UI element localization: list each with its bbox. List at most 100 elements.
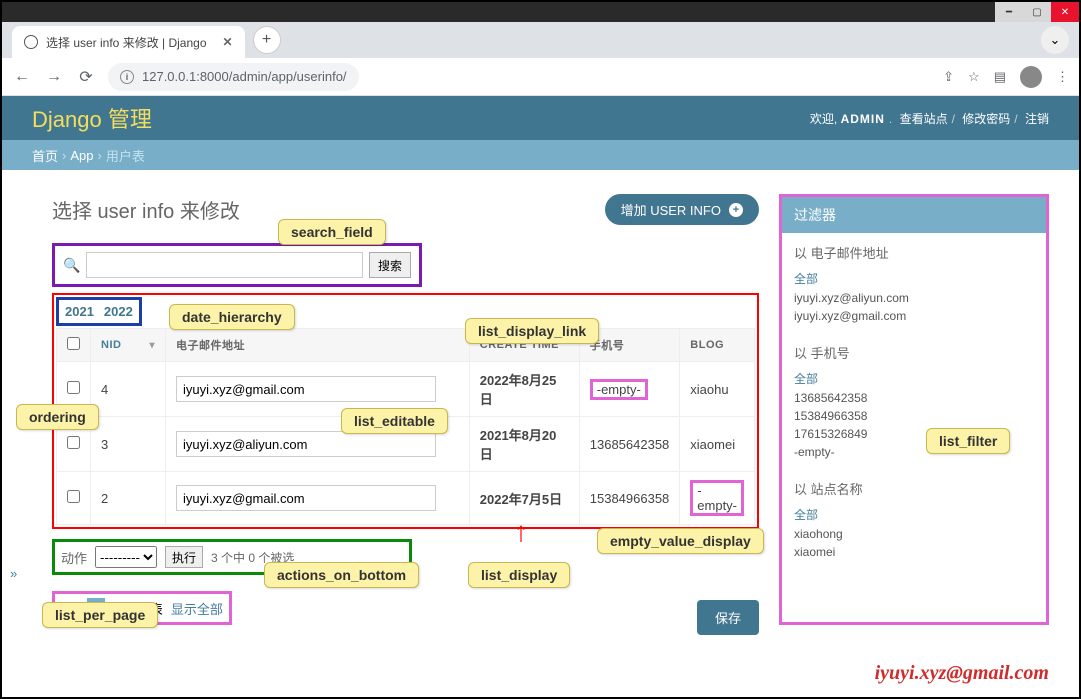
page-content: Django 管理 欢迎, ADMIN. 查看站点/ 修改密码/ 注销 首页› … (2, 96, 1079, 697)
create-time-link[interactable]: 2022年8月25日 (480, 373, 557, 407)
table-row: 4 2022年8月25日 -empty- xiaohu (57, 362, 755, 417)
sort-caret-icon: ▾ (149, 340, 155, 351)
filter-item[interactable]: -empty- (794, 445, 1034, 459)
site-info-icon[interactable]: i (120, 70, 134, 84)
filter-by-site: 以 站点名称 (794, 479, 1034, 498)
address-bar: ← → ⟳ i 127.0.0.1:8000/admin/app/userinf… (2, 58, 1079, 96)
new-tab-button[interactable]: + (253, 26, 281, 54)
url-text: 127.0.0.1:8000/admin/app/userinfo/ (142, 69, 347, 84)
cell-nid: 2 (91, 472, 166, 525)
filter-item[interactable]: 15384966358 (794, 409, 1034, 423)
row-checkbox[interactable] (67, 490, 80, 503)
admin-header: Django 管理 欢迎, ADMIN. 查看站点/ 修改密码/ 注销 (2, 96, 1079, 140)
filter-item[interactable]: iyuyi.xyz@aliyun.com (794, 291, 1034, 305)
breadcrumb-current: 用户表 (106, 146, 145, 165)
th-create[interactable]: CREATE TIME (469, 329, 579, 362)
cell-nid: 4 (91, 362, 166, 417)
window-maximize-button[interactable]: ▢ (1023, 2, 1051, 22)
filter-item[interactable]: 13685642358 (794, 391, 1034, 405)
reading-list-icon[interactable]: ▤ (994, 69, 1006, 85)
changelist-table: NID ▾ 电子邮件地址 CREATE TIME 手机号 BLOG (56, 328, 755, 525)
user-links: 欢迎, ADMIN. 查看站点/ 修改密码/ 注销 (810, 110, 1049, 127)
add-user-button[interactable]: 增加 USER INFO + (605, 194, 759, 225)
watermark: iyuyi.xyz@gmail.com (875, 662, 1049, 685)
create-time-link[interactable]: 2022年7月5日 (480, 492, 562, 507)
filter-all-link[interactable]: 全部 (794, 506, 1034, 523)
brand-title: Django 管理 (32, 102, 152, 134)
pagination-total: 4 用户表 (113, 599, 163, 618)
breadcrumb-home[interactable]: 首页 (32, 146, 58, 165)
nav-forward-icon[interactable]: → (44, 68, 64, 86)
actions-bar: 动作 --------- 执行 3 个中 0 个被选 (52, 539, 412, 575)
breadcrumb-app[interactable]: App (70, 148, 93, 163)
page-number[interactable]: 1 (61, 598, 79, 618)
window-minimize-button[interactable]: ━ (995, 2, 1023, 22)
nav-back-icon[interactable]: ← (12, 68, 32, 86)
tab-title: 选择 user info 来修改 | Django (46, 34, 207, 51)
os-window: ━ ▢ ✕ 选择 user info 来修改 | Django ✕ + ⌄ ← … (0, 0, 1081, 699)
row-checkbox[interactable] (67, 436, 80, 449)
actions-count: 3 个中 0 个被选 (211, 549, 294, 566)
username-link[interactable]: ADMIN (841, 112, 885, 126)
show-all-link[interactable]: 显示全部 (171, 599, 223, 618)
filter-all-link[interactable]: 全部 (794, 270, 1034, 287)
profile-avatar-icon[interactable] (1020, 66, 1042, 88)
filter-item[interactable]: 17615326849 (794, 427, 1034, 441)
bookmark-icon[interactable]: ☆ (968, 69, 980, 85)
window-close-button[interactable]: ✕ (1051, 2, 1079, 22)
tab-dropdown-button[interactable]: ⌄ (1041, 26, 1069, 54)
page-title: 选择 user info 来修改 (52, 195, 240, 224)
logout-link[interactable]: 注销 (1025, 112, 1049, 126)
cell-nid: 3 (91, 417, 166, 472)
plus-icon: + (729, 203, 743, 217)
phone-cell: 15384966358 (579, 472, 680, 525)
save-button[interactable]: 保存 (697, 600, 759, 635)
date-hierarchy-year[interactable]: 2022 (104, 304, 133, 319)
create-time-link[interactable]: 2021年8月20日 (480, 428, 557, 462)
view-site-link[interactable]: 查看站点 (900, 112, 948, 126)
date-hierarchy-year[interactable]: 2021 (65, 304, 94, 319)
url-box[interactable]: i 127.0.0.1:8000/admin/app/userinfo/ (108, 63, 359, 91)
email-field[interactable] (176, 485, 436, 511)
filter-item[interactable]: iyuyi.xyz@gmail.com (794, 309, 1034, 323)
table-row: 3 2021年8月20日 13685642358 xiaomei (57, 417, 755, 472)
menu-icon[interactable]: ⋮ (1056, 69, 1069, 85)
search-button[interactable]: 搜索 (369, 252, 411, 278)
actions-go-button[interactable]: 执行 (165, 546, 203, 568)
email-field[interactable] (176, 431, 436, 457)
th-blog[interactable]: BLOG (680, 329, 755, 362)
select-all-checkbox[interactable] (67, 337, 80, 350)
actions-label: 动作 (61, 548, 87, 567)
actions-select[interactable]: --------- (95, 546, 157, 568)
tab-close-icon[interactable]: ✕ (223, 35, 233, 49)
date-hierarchy: 2021 2022 (56, 297, 142, 326)
blog-cell: xiaomei (680, 417, 755, 472)
search-input[interactable] (86, 252, 363, 278)
page-number-current[interactable]: 2 (87, 598, 105, 618)
share-icon[interactable]: ⇪ (943, 69, 954, 85)
sidebar-toggle-icon[interactable]: » (10, 566, 17, 581)
change-password-link[interactable]: 修改密码 (962, 112, 1010, 126)
phone-cell: -empty- (590, 379, 648, 400)
phone-cell: 13685642358 (579, 417, 680, 472)
filter-item[interactable]: xiaomei (794, 545, 1034, 559)
search-icon: 🔍 (63, 257, 80, 274)
welcome-text: 欢迎, (810, 112, 837, 126)
row-checkbox[interactable] (67, 381, 80, 394)
filter-by-email: 以 电子邮件地址 (794, 243, 1034, 262)
th-nid[interactable]: NID ▾ (101, 339, 155, 351)
filter-sidebar: 过滤器 以 电子邮件地址 全部 iyuyi.xyz@aliyun.com iyu… (779, 194, 1049, 625)
nav-reload-icon[interactable]: ⟳ (76, 67, 96, 87)
filter-item[interactable]: xiaohong (794, 527, 1034, 541)
browser-tabs: 选择 user info 来修改 | Django ✕ + ⌄ (2, 22, 1079, 58)
filter-all-link[interactable]: 全部 (794, 370, 1034, 387)
blog-cell: xiaohu (680, 362, 755, 417)
browser-tab[interactable]: 选择 user info 来修改 | Django ✕ (12, 26, 245, 58)
changelist-wrap: 2021 2022 NID ▾ (52, 293, 759, 529)
th-email[interactable]: 电子邮件地址 (165, 329, 469, 362)
search-box: 🔍 搜索 (52, 243, 422, 287)
email-field[interactable] (176, 376, 436, 402)
table-row: 2 2022年7月5日 15384966358 -empty- (57, 472, 755, 525)
filter-title: 过滤器 (782, 197, 1046, 233)
th-phone[interactable]: 手机号 (579, 329, 680, 362)
